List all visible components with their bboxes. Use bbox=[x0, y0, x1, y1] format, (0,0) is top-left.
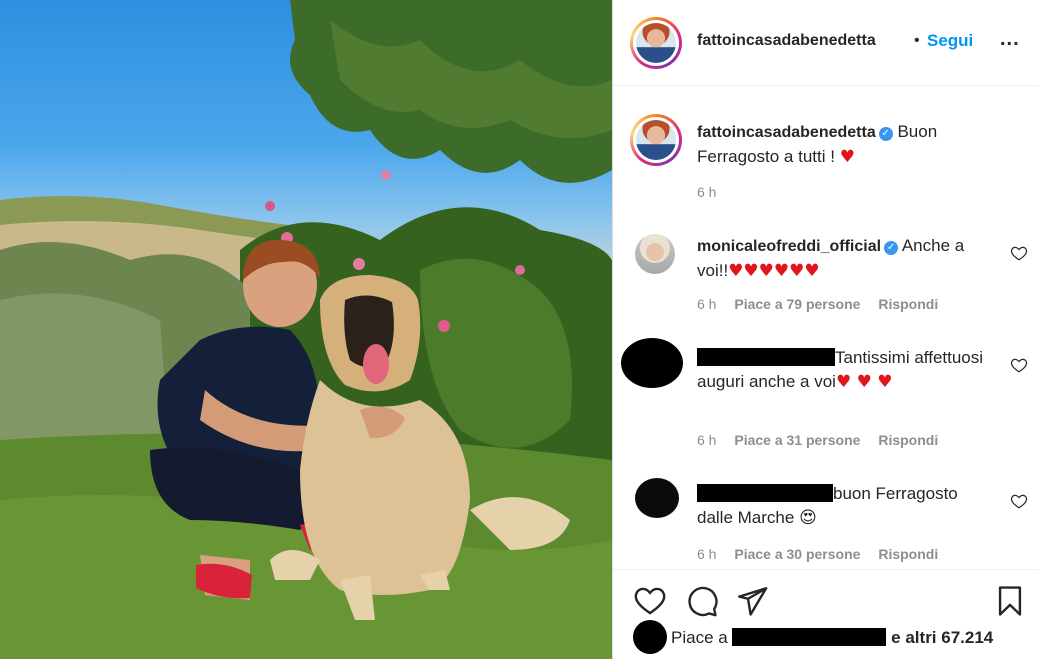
comment-time[interactable]: 6 h bbox=[697, 296, 716, 312]
red-heart-emoji: ♥ bbox=[839, 147, 855, 167]
commenter-avatar-redacted[interactable] bbox=[621, 338, 683, 388]
verified-icon: ✓ bbox=[878, 127, 893, 141]
caption-avatar[interactable] bbox=[630, 114, 682, 166]
comment-meta: 6 h Piace a 31 persone Rispondi bbox=[697, 432, 952, 448]
heart-small-icon[interactable] bbox=[1010, 244, 1028, 262]
reply-button[interactable]: Rispondi bbox=[878, 546, 938, 562]
commenter-avatar-redacted[interactable] bbox=[635, 478, 679, 518]
comment-icon[interactable] bbox=[685, 584, 719, 618]
redacted-username bbox=[697, 348, 835, 366]
heart-small-icon[interactable] bbox=[1010, 492, 1028, 510]
likes-summary: Piace a e altri 67.214 bbox=[631, 616, 1039, 659]
comment-time[interactable]: 6 h bbox=[697, 432, 716, 448]
red-heart-emoji: ♥♥♥♥♥♥ bbox=[728, 261, 820, 281]
author-avatar-image bbox=[636, 23, 676, 63]
action-bar: Piace a e altri 67.214 bbox=[613, 569, 1039, 659]
liker-avatar-redacted[interactable] bbox=[633, 620, 667, 654]
save-icon[interactable] bbox=[993, 584, 1027, 618]
caption-avatar-image bbox=[636, 120, 676, 160]
post-sidebar: fattoincasadabenedetta • Segui ... fatto… bbox=[612, 0, 1039, 659]
commenter-avatar[interactable] bbox=[635, 234, 675, 274]
likes-prefix: Piace a bbox=[671, 628, 728, 647]
comment-item: monicaleofreddi_official ✓ Anche a voi!!♥… bbox=[613, 230, 1039, 340]
redacted-liker bbox=[732, 628, 887, 646]
reply-button[interactable]: Rispondi bbox=[878, 296, 938, 312]
red-heart-emoji: ♥ ♥ ♥ bbox=[835, 372, 893, 392]
reply-button[interactable]: Rispondi bbox=[878, 432, 938, 448]
commenter-username[interactable]: monicaleofreddi_official bbox=[697, 238, 881, 255]
comment-likes[interactable]: Piace a 31 persone bbox=[734, 432, 860, 448]
author-avatar[interactable] bbox=[630, 17, 682, 69]
comments-list[interactable]: fattoincasadabenedetta ✓ Buon Ferragosto … bbox=[613, 86, 1039, 569]
like-icon[interactable] bbox=[633, 584, 667, 618]
comment-time[interactable]: 6 h bbox=[697, 546, 716, 562]
comment-item: buon Ferragosto dalle Marche 😍 6 h Piace… bbox=[613, 474, 1039, 569]
separator-dot: • bbox=[914, 32, 920, 49]
comment-likes[interactable]: Piace a 79 persone bbox=[734, 296, 860, 312]
redacted-username bbox=[697, 484, 833, 502]
comment-item: Tantissimi affettuosi auguri anche a voi… bbox=[613, 334, 1039, 454]
comment-meta: 6 h Piace a 30 persone Rispondi bbox=[697, 546, 952, 562]
caption-text: fattoincasadabenedetta ✓ Buon Ferragosto … bbox=[697, 120, 997, 169]
verified-icon: ✓ bbox=[884, 241, 899, 255]
instagram-post: fattoincasadabenedetta • Segui ... fatto… bbox=[0, 0, 1039, 659]
post-header: fattoincasadabenedetta • Segui ... bbox=[613, 0, 1039, 86]
heart-small-icon[interactable] bbox=[1010, 356, 1028, 374]
photo-illustration bbox=[0, 0, 612, 659]
likes-count[interactable]: e altri 67.214 bbox=[891, 628, 993, 647]
author-username[interactable]: fattoincasadabenedetta bbox=[697, 32, 876, 50]
caption-time[interactable]: 6 h bbox=[697, 184, 716, 200]
comment-meta: 6 h Piace a 79 persone Rispondi bbox=[697, 296, 952, 312]
post-photo[interactable] bbox=[0, 0, 612, 659]
caption-username[interactable]: fattoincasadabenedetta bbox=[697, 124, 876, 141]
heart-eyes-emoji: 😍 bbox=[799, 508, 817, 527]
comment-text: buon Ferragosto dalle Marche 😍 bbox=[697, 482, 997, 530]
share-icon[interactable] bbox=[735, 584, 769, 618]
more-icon[interactable]: ... bbox=[1000, 28, 1020, 51]
comment-text: Tantissimi affettuosi auguri anche a voi… bbox=[697, 346, 997, 394]
follow-button[interactable]: Segui bbox=[927, 31, 973, 51]
likes-text[interactable]: Piace a e altri 67.214 bbox=[671, 628, 993, 648]
comment-likes[interactable]: Piace a 30 persone bbox=[734, 546, 860, 562]
comment-text: monicaleofreddi_official ✓ Anche a voi!!♥… bbox=[697, 234, 997, 283]
